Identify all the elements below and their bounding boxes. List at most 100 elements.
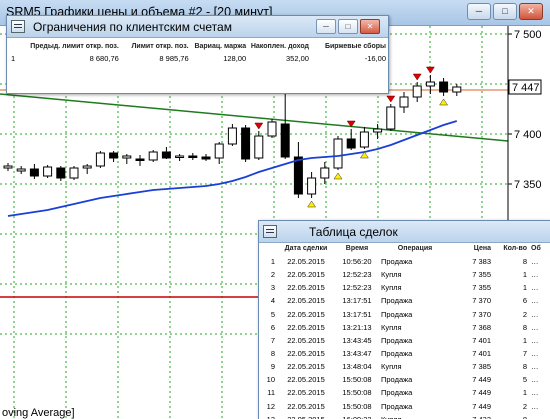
table-cell: Купля	[381, 270, 402, 280]
table-row[interactable]: 2 22.05.2015 12:52:23 Купля 7 355 1…	[261, 268, 543, 281]
table-row[interactable]: 1322.05.201516:09:22Купля7 4338…	[261, 412, 543, 419]
table-cell: Продажа	[379, 333, 451, 347]
table-cell: 1	[261, 255, 277, 269]
column-header[interactable]: Об	[529, 242, 543, 255]
table-cell: …	[531, 401, 539, 411]
column-header[interactable]: Вариац. маржа	[191, 41, 249, 52]
table-cell: 22.05.2015	[277, 281, 335, 295]
candle-body	[227, 127, 237, 145]
column-header[interactable]: Биржевые сборы	[311, 41, 388, 52]
table-cell: 12	[266, 401, 275, 411]
table-cell: Продажа	[381, 349, 413, 359]
table-cell: 15:50:08	[342, 375, 372, 385]
column-header[interactable]: Лимит откр. поз.	[121, 41, 191, 52]
current-price-label: 7 447	[512, 82, 540, 94]
table-cell: 7 385	[451, 360, 493, 374]
price-tick-label: 7 400	[514, 129, 542, 141]
chart-legend: oving Average]	[2, 407, 75, 419]
table-row[interactable]: 3 22.05.2015 12:52:23 Купля 7 355 1…	[261, 281, 543, 295]
close-icon[interactable]: ✕	[519, 3, 543, 20]
trades-window[interactable]: Таблица сделок Дата сделки Время Операци…	[258, 220, 550, 419]
table-cell: …	[531, 270, 539, 280]
candle-body	[148, 151, 158, 161]
candle-body	[201, 156, 211, 160]
candle-body	[43, 166, 53, 177]
candle-body	[346, 138, 356, 149]
candle-body	[267, 121, 277, 137]
maximize-icon[interactable]: □	[338, 19, 358, 34]
table-row[interactable]: 5 22.05.2015 13:17:51 Продажа 7 370 2…	[261, 307, 543, 321]
column-header[interactable]: Накоплен. доход	[248, 41, 311, 52]
table-cell: 13	[261, 412, 277, 419]
table-row[interactable]: 10 22.05.2015 15:50:08 Продажа 7 449 5…	[261, 373, 543, 386]
minimize-icon[interactable]: ─	[467, 3, 491, 20]
table-cell: 22.05.2015	[277, 360, 335, 374]
table-cell: 6	[522, 296, 527, 306]
candle-body	[69, 167, 79, 179]
table-cell: 5	[522, 375, 527, 385]
table-row[interactable]: 12 22.05.2015 15:50:08 Продажа 7 449 2…	[261, 400, 543, 413]
table-row[interactable]: 7 22.05.2015 13:43:45 Продажа 7 401 1…	[261, 333, 543, 347]
table-row[interactable]: 4 22.05.2015 13:17:51 Продажа 7 370 6…	[261, 294, 543, 307]
candle-body	[29, 168, 39, 177]
candle-body	[82, 165, 92, 169]
table-cell: 8	[493, 412, 529, 419]
table-row[interactable]: 6 22.05.2015 13:21:13 Купля 7 368 8…	[261, 321, 543, 334]
table-cell: 8	[522, 322, 527, 332]
column-header[interactable]: Кол-во	[493, 242, 529, 255]
table-cell: 1	[493, 386, 529, 400]
candle-body	[359, 131, 369, 148]
column-header[interactable]	[261, 242, 277, 255]
table-cell: 128,00	[223, 54, 247, 63]
column-header[interactable]: Цена	[451, 242, 493, 255]
table-cell: 8	[270, 349, 275, 359]
table-cell: 5	[261, 307, 277, 321]
close-icon[interactable]: ✕	[360, 19, 380, 34]
table-cell: 22.05.2015	[287, 322, 325, 332]
table-row[interactable]: 1 8 680,76 8 985,76 128,00 352,00 -16,00	[9, 52, 388, 65]
column-header[interactable]: Операция	[379, 242, 451, 255]
client-limits-window[interactable]: Ограничения по клиентским счетам ─ □ ✕ П…	[6, 15, 389, 94]
trades-title: Таблица сделок	[309, 225, 398, 239]
trades-titlebar[interactable]: Таблица сделок	[259, 221, 550, 243]
candle-body	[452, 86, 462, 93]
table-row[interactable]: 1 22.05.2015 10:56:20 Продажа 7 383 8…	[261, 255, 543, 269]
table-cell: 12:52:23	[335, 281, 379, 295]
candle-body	[3, 165, 13, 169]
table-cell: 7 355	[451, 281, 493, 295]
table-row[interactable]: 9 22.05.2015 13:48:04 Купля 7 385 8…	[261, 360, 543, 374]
candle-body	[425, 81, 435, 87]
column-header[interactable]: Дата сделки	[277, 242, 335, 255]
candle-body	[412, 85, 422, 98]
column-header[interactable]: Время	[335, 242, 379, 255]
table-cell: 9	[261, 360, 277, 374]
table-cell: …	[529, 307, 543, 321]
column-header[interactable]	[9, 41, 28, 52]
table-cell: …	[531, 296, 539, 306]
candle-body	[214, 143, 224, 159]
maximize-icon[interactable]: □	[493, 3, 517, 20]
table-cell: 6	[270, 322, 275, 332]
buy-marker-icon	[439, 98, 449, 106]
table-cell: 1	[493, 281, 529, 295]
table-cell: …	[531, 375, 539, 385]
table-cell: 8 680,76	[89, 54, 119, 63]
sell-marker-icon	[386, 95, 396, 103]
table-row[interactable]: 11 22.05.2015 15:50:08 Продажа 7 449 1…	[261, 386, 543, 400]
table-cell: …	[529, 360, 543, 374]
table-cell: 10	[266, 375, 275, 385]
table-cell: …	[531, 349, 539, 359]
buy-marker-icon	[333, 172, 343, 180]
table-cell: …	[529, 412, 543, 419]
table-cell: 15:50:08	[342, 401, 372, 411]
sell-marker-icon	[254, 122, 264, 130]
table-cell: 2	[270, 270, 275, 280]
column-header[interactable]: Предыд. лимит откр. поз.	[28, 41, 121, 52]
table-cell: …	[529, 255, 543, 269]
table-cell: 11	[261, 386, 277, 400]
table-cell: 7 368	[472, 322, 491, 332]
table-row[interactable]: 8 22.05.2015 13:43:47 Продажа 7 401 7…	[261, 347, 543, 360]
minimize-icon[interactable]: ─	[316, 19, 336, 34]
limits-titlebar[interactable]: Ограничения по клиентским счетам ─ □ ✕	[7, 16, 388, 38]
trades-table: Дата сделки Время Операция Цена Кол-во О…	[261, 242, 543, 419]
